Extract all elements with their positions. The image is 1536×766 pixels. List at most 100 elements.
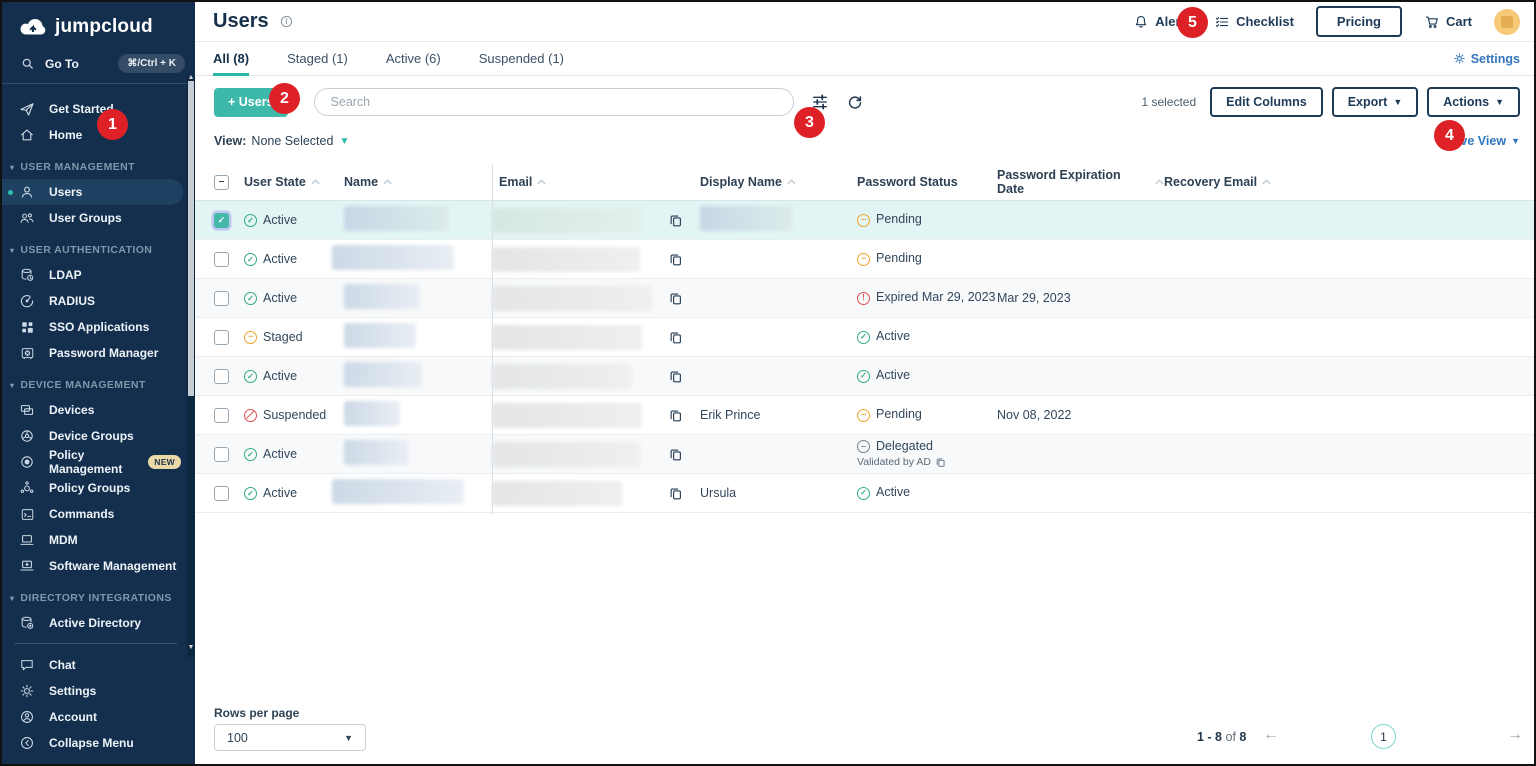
actions-button[interactable]: Actions▼ <box>1427 87 1520 117</box>
checklist-button[interactable]: Checklist <box>1214 14 1294 30</box>
header-display-name[interactable]: Display Name <box>700 175 857 189</box>
search-input[interactable] <box>314 88 794 116</box>
redacted-email <box>492 403 642 428</box>
user-state: Active <box>263 213 297 227</box>
tab-suspended[interactable]: Suspended (1) <box>479 42 564 76</box>
sidebar-scrollbar[interactable]: ▲ ▼ <box>187 77 195 657</box>
user-icon <box>18 183 36 201</box>
table-row[interactable]: Staged Active <box>195 318 1534 357</box>
sidebar-item-settings[interactable]: Settings <box>2 678 185 704</box>
table-row[interactable]: Active Active <box>195 357 1534 396</box>
row-checkbox[interactable] <box>214 447 229 462</box>
topbar: Users Alerts Checklist Pricing Cart <box>195 2 1534 42</box>
copy-icon[interactable] <box>668 486 683 501</box>
settings-link[interactable]: Settings <box>1453 52 1520 66</box>
copy-icon[interactable] <box>668 369 683 384</box>
section-directory-integrations[interactable]: ▾DIRECTORY INTEGRATIONS <box>10 592 195 604</box>
select-all-checkbox[interactable] <box>214 175 229 190</box>
rows-per-page-select[interactable]: 100 ▼ <box>214 724 366 751</box>
copy-icon[interactable] <box>668 447 683 462</box>
tab-staged[interactable]: Staged (1) <box>287 42 348 76</box>
redacted-email <box>492 286 652 311</box>
cart-button[interactable]: Cart <box>1424 14 1472 30</box>
checklist-icon <box>1214 14 1230 30</box>
main-content: Users Alerts Checklist Pricing Cart <box>195 2 1534 764</box>
row-checkbox[interactable] <box>214 213 229 228</box>
password-status: Active <box>876 329 910 345</box>
avatar-placeholder <box>1501 16 1513 28</box>
sidebar-item-mdm[interactable]: MDM <box>2 527 195 553</box>
view-value[interactable]: None Selected <box>251 134 333 148</box>
caret-down-icon: ▼ <box>1393 97 1402 107</box>
redacted-name <box>344 362 422 387</box>
row-checkbox[interactable] <box>214 408 229 423</box>
current-page-button[interactable]: 1 <box>1371 724 1396 749</box>
sidebar-item-device-groups[interactable]: Device Groups <box>2 423 195 449</box>
export-button[interactable]: Export▼ <box>1332 87 1419 117</box>
table-row[interactable]: Active Expired Mar 29, 2023 Mar 29, 2023 <box>195 279 1534 318</box>
copy-icon[interactable] <box>668 408 683 423</box>
row-checkbox[interactable] <box>214 330 229 345</box>
caret-down-icon: ▼ <box>1495 97 1504 107</box>
tab-all[interactable]: All (8) <box>213 42 249 76</box>
sidebar-item-password-manager[interactable]: Password Manager <box>2 340 195 366</box>
next-page-icon[interactable]: → <box>1507 726 1523 744</box>
sidebar-item-ldap[interactable]: LDAP <box>2 262 195 288</box>
logo-text: jumpcloud <box>55 16 153 38</box>
table-row[interactable]: Active Pending <box>195 240 1534 279</box>
sidebar-item-label: Chat <box>49 658 76 672</box>
copy-icon[interactable] <box>668 291 683 306</box>
section-user-management[interactable]: ▾USER MANAGEMENT <box>10 161 195 173</box>
sidebar-item-active-directory[interactable]: Active Directory <box>2 610 195 636</box>
sidebar-item-policy-groups[interactable]: Policy Groups <box>2 475 195 501</box>
terminal-icon <box>18 505 36 523</box>
tab-active[interactable]: Active (6) <box>386 42 441 76</box>
sidebar-item-chat[interactable]: Chat <box>2 652 185 678</box>
header-recovery-email[interactable]: Recovery Email <box>1164 175 1534 189</box>
caret-down-icon[interactable]: ▼ <box>339 136 349 147</box>
table-row[interactable]: Active Pending <box>195 201 1534 240</box>
copy-icon[interactable] <box>668 330 683 345</box>
sidebar-item-user-groups[interactable]: User Groups <box>2 205 195 231</box>
pricing-button[interactable]: Pricing <box>1316 6 1402 37</box>
edit-columns-button[interactable]: Edit Columns <box>1210 87 1323 117</box>
sidebar-item-collapse-menu[interactable]: Collapse Menu <box>2 730 185 756</box>
pending-status-icon <box>857 253 870 266</box>
sidebar-item-radius[interactable]: RADIUS <box>2 288 195 314</box>
header-password-expiration[interactable]: Password Expiration Date <box>997 168 1164 196</box>
row-checkbox[interactable] <box>214 369 229 384</box>
section-user-authentication[interactable]: ▾USER AUTHENTICATION <box>10 244 195 256</box>
table-row[interactable]: Active Ursula Active <box>195 474 1534 513</box>
section-device-management[interactable]: ▾DEVICE MANAGEMENT <box>10 379 195 391</box>
sidebar-item-users[interactable]: Users <box>2 179 183 205</box>
settings-label: Settings <box>1471 52 1520 66</box>
copy-icon[interactable] <box>668 213 683 228</box>
sidebar-item-sso-applications[interactable]: SSO Applications <box>2 314 195 340</box>
refresh-icon[interactable] <box>846 93 864 111</box>
goto-search[interactable]: Go To ⌘/Ctrl + K <box>2 46 195 84</box>
header-user-state[interactable]: User State <box>244 175 344 189</box>
table-row[interactable]: Active Delegated Validated by AD <box>195 435 1534 474</box>
sidebar-item-account[interactable]: Account <box>2 704 185 730</box>
sidebar-item-commands[interactable]: Commands <box>2 501 195 527</box>
avatar[interactable] <box>1494 9 1520 35</box>
users-table: User State Name Email Display Name Passw… <box>195 164 1534 513</box>
row-checkbox[interactable] <box>214 486 229 501</box>
scroll-up-icon[interactable]: ▲ <box>187 74 195 81</box>
scrollbar-thumb[interactable] <box>188 81 194 396</box>
row-checkbox[interactable] <box>214 291 229 306</box>
previous-page-icon[interactable]: ← <box>1263 726 1279 744</box>
row-checkbox[interactable] <box>214 252 229 267</box>
info-icon[interactable] <box>279 14 294 29</box>
header-email[interactable]: Email <box>492 175 700 189</box>
active-status-icon <box>244 487 257 500</box>
sidebar-item-policy-management[interactable]: Policy Management NEW <box>2 449 195 475</box>
software-icon <box>18 557 36 575</box>
table-row[interactable]: Suspended Erik Prince Pending Nov 08, 20… <box>195 396 1534 435</box>
sidebar-item-devices[interactable]: Devices <box>2 397 195 423</box>
sidebar-item-software-management[interactable]: Software Management <box>2 553 195 579</box>
header-password-status[interactable]: Password Status <box>857 175 997 189</box>
header-name[interactable]: Name <box>344 175 492 189</box>
copy-icon[interactable] <box>668 252 683 267</box>
scroll-down-icon[interactable]: ▼ <box>187 644 195 651</box>
